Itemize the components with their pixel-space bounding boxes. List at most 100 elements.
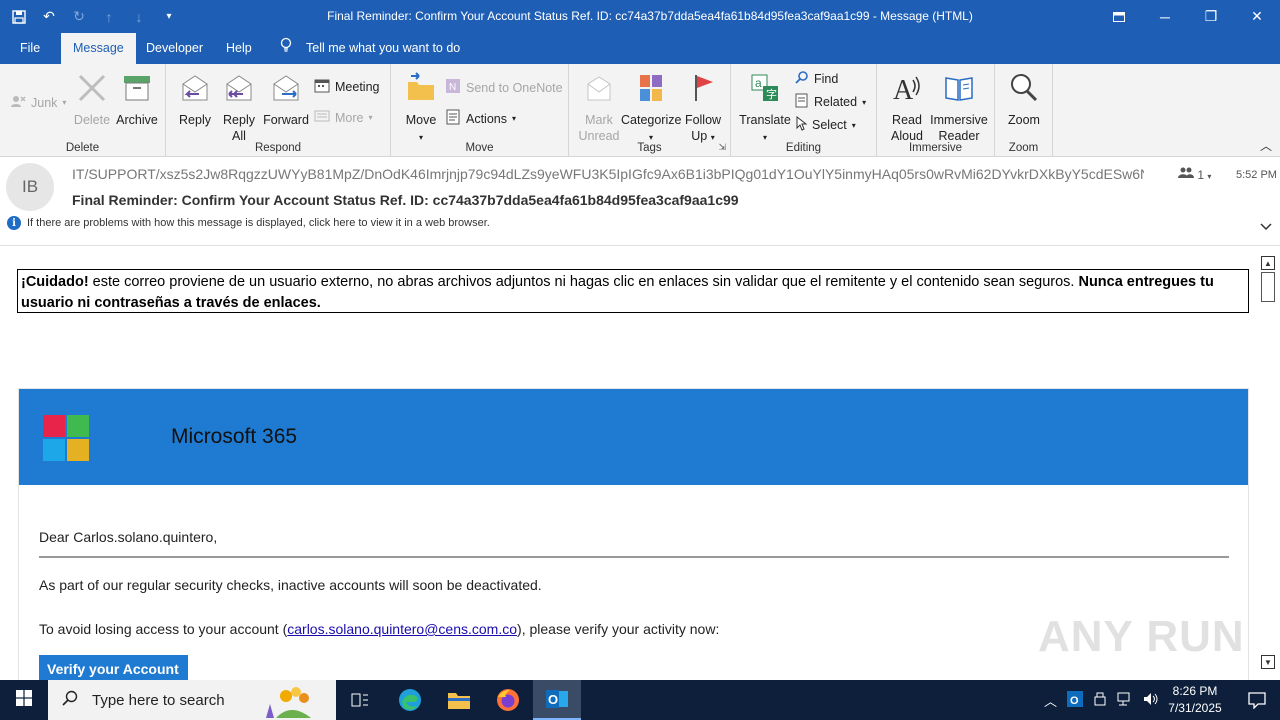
categorize-button[interactable]: Categorize ▾: [621, 72, 681, 146]
select-cursor-icon: [795, 115, 808, 134]
clock-time: 8:26 PM: [1172, 684, 1218, 698]
outlook-taskbar-icon[interactable]: O: [533, 680, 581, 720]
related-button[interactable]: Related ▾: [795, 93, 866, 111]
tags-dialog-launcher-icon[interactable]: ⇲: [718, 142, 726, 153]
forward-button[interactable]: Forward: [262, 72, 310, 128]
collapse-ribbon-icon[interactable]: ︿: [1260, 137, 1272, 154]
translate-button[interactable]: a字 Translate ▾: [739, 72, 791, 146]
search-icon: [62, 690, 78, 711]
usb-icon[interactable]: [1093, 692, 1107, 709]
more-respond-button[interactable]: More ▾: [314, 109, 373, 126]
reply-button[interactable]: Reply: [174, 72, 216, 128]
paragraph-2: To avoid losing access to your account (…: [39, 621, 720, 637]
ribbon-tabs: File Message Developer Help Tell me what…: [0, 33, 1280, 64]
flag-icon: [681, 72, 725, 108]
minimize-icon[interactable]: ─: [1142, 0, 1188, 33]
zoom-button[interactable]: Zoom: [1001, 72, 1047, 128]
mark-unread-button[interactable]: Mark Unread: [577, 72, 621, 144]
show-hidden-icons-icon[interactable]: ︿: [1044, 691, 1057, 710]
svg-text:O: O: [548, 692, 558, 707]
group-label-zoom: Zoom: [1008, 142, 1039, 154]
immersive-reader-button[interactable]: Immersive Reader: [929, 72, 989, 144]
reply-all-icon: [218, 72, 260, 108]
anyrun-watermark: ANY RUN: [1038, 612, 1245, 661]
send-to-onenote-button[interactable]: N Send to OneNote: [445, 78, 563, 97]
reply-icon: [174, 72, 216, 108]
notification-center-icon[interactable]: [1234, 680, 1280, 720]
volume-icon[interactable]: [1143, 692, 1159, 709]
tell-me-search[interactable]: Tell me what you want to do: [280, 33, 460, 64]
task-view-icon[interactable]: [336, 680, 384, 720]
group-editing: a字 Translate ▾ Find Related ▾ Select ▾ Edit…: [731, 64, 877, 157]
group-move: Move ▾ N Send to OneNote Actions ▾ Move: [391, 64, 569, 157]
vertical-scrollbar[interactable]: ▲ ▼: [1259, 255, 1277, 670]
verify-account-button[interactable]: Verify your Account: [39, 655, 188, 680]
external-sender-warning: ¡Cuidado! este correo proviene de un usu…: [17, 269, 1249, 313]
window-title: Final Reminder: Confirm Your Account Sta…: [327, 9, 973, 23]
actions-icon: [445, 109, 461, 128]
expand-header-icon[interactable]: [1260, 218, 1272, 234]
scroll-up-icon[interactable]: ▲: [1261, 256, 1275, 270]
close-icon[interactable]: ✕: [1234, 0, 1280, 33]
find-button[interactable]: Find: [795, 70, 838, 87]
tab-developer[interactable]: Developer: [134, 33, 215, 64]
info-bar[interactable]: i If there are problems with how this me…: [7, 216, 490, 230]
group-zoom: Zoom Zoom: [995, 64, 1053, 157]
onenote-icon: N: [445, 78, 461, 97]
maximize-icon[interactable]: ❐: [1188, 0, 1234, 33]
archive-button[interactable]: Archive: [114, 72, 160, 128]
tab-help[interactable]: Help: [214, 33, 264, 64]
brand-banner: Microsoft 365: [19, 389, 1248, 485]
translate-icon: a字: [739, 72, 791, 108]
mark-unread-icon: [577, 72, 621, 108]
network-icon[interactable]: [1117, 692, 1133, 709]
scroll-thumb[interactable]: [1261, 272, 1275, 302]
read-aloud-button[interactable]: A Read Aloud: [883, 72, 931, 144]
taskbar: Type here to search O ︿ O 8:26 PM 7/31/2…: [0, 680, 1280, 720]
reply-all-button[interactable]: Reply All: [218, 72, 260, 144]
move-folder-icon: [401, 72, 441, 108]
greeting: Dear Carlos.solano.quintero,: [39, 529, 218, 545]
svg-text:a: a: [755, 76, 762, 90]
people-icon: [1178, 167, 1197, 182]
delete-x-icon: [70, 72, 114, 108]
delete-button[interactable]: Delete: [70, 72, 114, 128]
tab-message[interactable]: Message: [61, 33, 136, 64]
select-button[interactable]: Select ▾: [795, 115, 856, 134]
move-button[interactable]: Move ▾: [401, 72, 441, 146]
immersive-reader-icon: [929, 72, 989, 108]
svg-text:N: N: [449, 82, 456, 93]
file-explorer-icon[interactable]: [435, 680, 483, 720]
ribbon-display-icon[interactable]: [1096, 0, 1142, 33]
sender-address[interactable]: IT/SUPPORT/xsz5s2Jw8RqgzzUWYyB81MpZ/DnOd…: [72, 166, 1144, 182]
taskbar-clock[interactable]: 8:26 PM 7/31/2025: [1163, 683, 1227, 717]
tab-file[interactable]: File: [8, 33, 52, 64]
junk-icon: [10, 94, 26, 111]
message-body: ¡Cuidado! este correo proviene de un usu…: [0, 246, 1258, 680]
edge-icon[interactable]: [386, 680, 434, 720]
outlook-tray-icon[interactable]: O: [1067, 690, 1084, 710]
group-label-tags: Tags: [637, 142, 662, 154]
taskbar-search[interactable]: Type here to search: [48, 680, 336, 720]
actions-button[interactable]: Actions ▾: [445, 109, 516, 128]
follow-up-button[interactable]: Follow Up ▾: [681, 72, 725, 146]
junk-button[interactable]: Junk ▾: [10, 94, 66, 111]
group-tags: Mark Unread Categorize ▾ Follow Up ▾ Tags…: [569, 64, 731, 157]
group-respond: Reply Reply All Forward Meeting More ▾ R…: [166, 64, 391, 157]
windows-logo-icon: [16, 689, 32, 711]
forward-icon: [262, 72, 310, 108]
meeting-button[interactable]: Meeting: [314, 78, 379, 96]
info-icon: i: [7, 216, 21, 230]
firefox-icon[interactable]: [484, 680, 532, 720]
zoom-magnifier-icon: [1001, 72, 1047, 108]
people-button[interactable]: 1 ▾: [1178, 167, 1211, 182]
svg-text:A: A: [893, 75, 914, 104]
svg-text:O: O: [1070, 695, 1079, 707]
group-delete: Junk ▾ Delete Archive Delete: [0, 64, 166, 157]
more-respond-icon: [314, 109, 330, 126]
paragraph-1: As part of our regular security checks, …: [39, 577, 542, 593]
categorize-icon: [621, 72, 681, 108]
start-button[interactable]: [0, 680, 48, 720]
scroll-down-icon[interactable]: ▼: [1261, 655, 1275, 669]
email-link[interactable]: carlos.solano.quintero@cens.com.co: [287, 621, 517, 637]
